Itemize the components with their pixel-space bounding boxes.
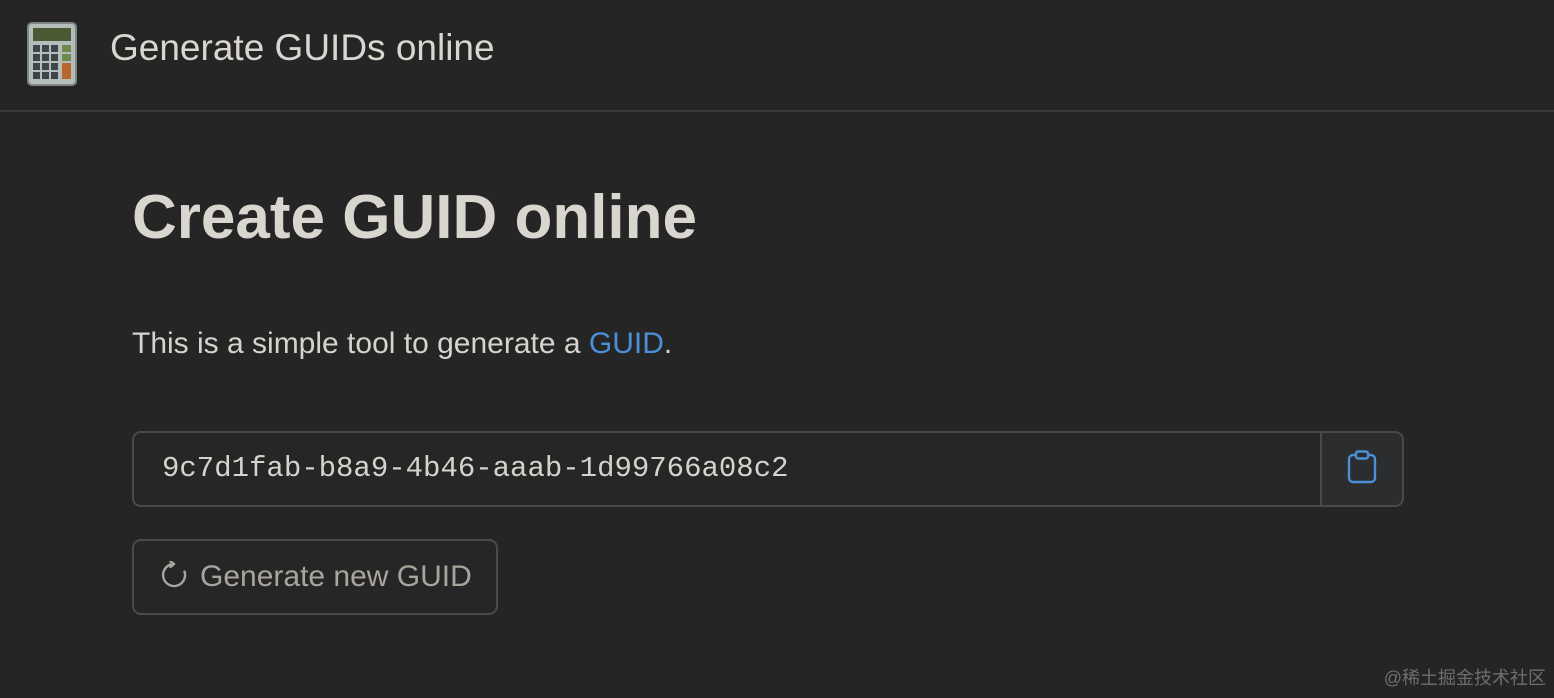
app-header: Generate GUIDs online (0, 0, 1554, 112)
copy-button[interactable] (1320, 433, 1402, 505)
generate-new-guid-button[interactable]: Generate new GUID (132, 539, 498, 615)
guid-output-group: 9c7d1fab-b8a9-4b46-aaab-1d99766a08c2 (132, 431, 1404, 507)
generate-button-label: Generate new GUID (200, 560, 472, 593)
guid-output-field[interactable]: 9c7d1fab-b8a9-4b46-aaab-1d99766a08c2 (134, 433, 1322, 505)
site-title: Generate GUIDs online (110, 27, 495, 68)
calculator-icon (27, 22, 77, 86)
clipboard-icon (1347, 449, 1377, 489)
refresh-icon (160, 559, 188, 594)
intro-text-body: This is a simple tool to generate a (132, 327, 589, 360)
watermark: @稀土掘金技术社区 (1383, 668, 1546, 688)
guid-link[interactable]: GUID (589, 327, 664, 360)
page-title: Create GUID online (132, 183, 697, 252)
intro-text: This is a simple tool to generate a GUID… (132, 324, 672, 364)
intro-text-suffix: . (663, 327, 673, 360)
